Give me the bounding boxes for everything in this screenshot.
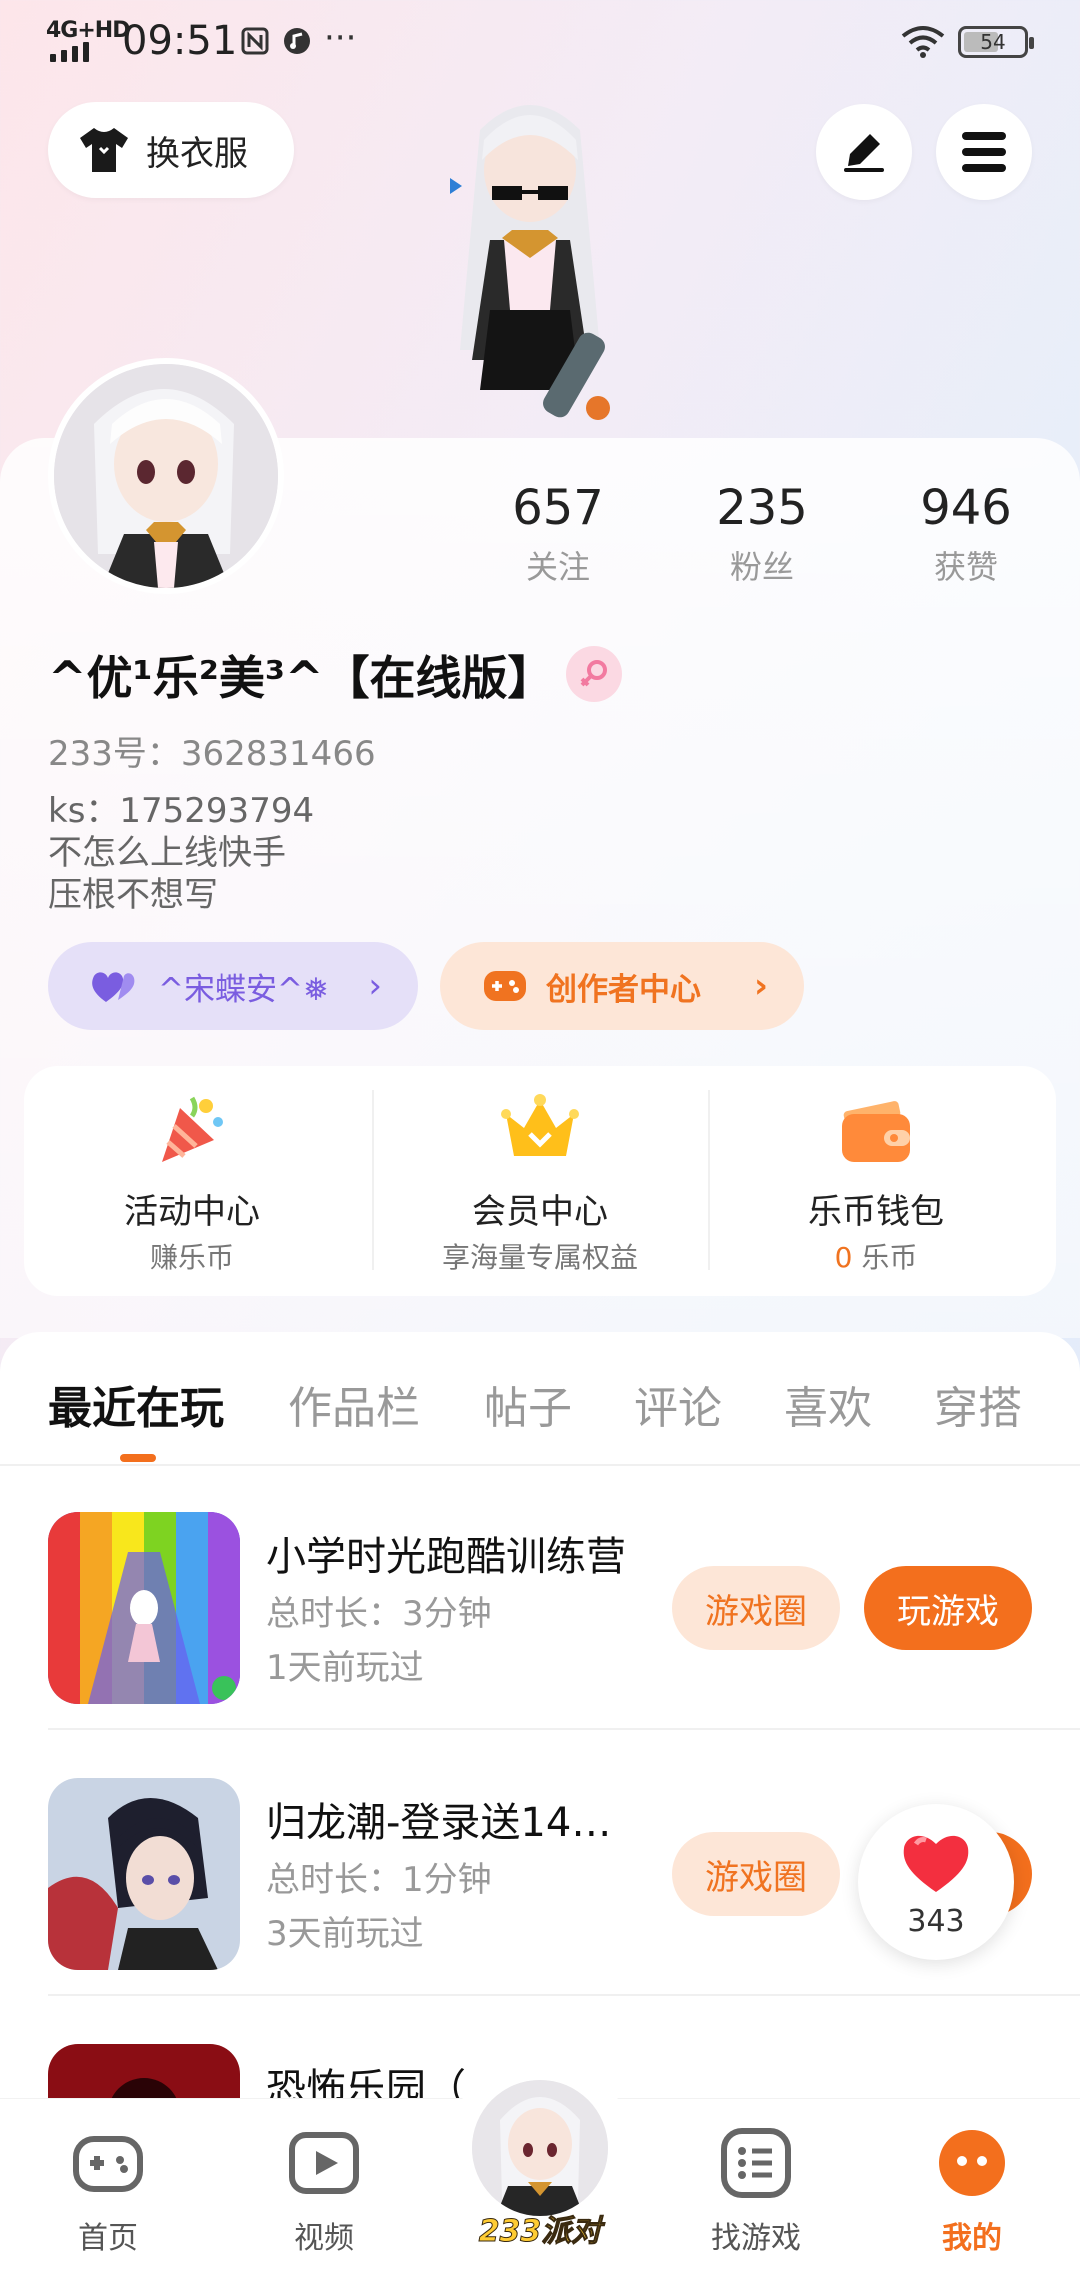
gamepad-icon xyxy=(73,2136,143,2192)
fan-group-label: ^宋蝶安^❅ xyxy=(158,971,329,1008)
feature-title: 会员中心 xyxy=(472,1192,608,1232)
activity-center-button[interactable]: 活动中心 赚乐币 xyxy=(24,1066,360,1296)
game-last-played: 3天前玩过 xyxy=(266,1914,424,1954)
music-icon xyxy=(284,28,310,54)
feature-subtitle: 0 乐币 xyxy=(708,1236,1044,1276)
game-row[interactable]: 小学时光跑酷训练营 总时长：3分钟 1天前玩过 游戏圈 玩游戏 xyxy=(0,1466,1080,1730)
tab-bar: 最近在玩 作品栏 帖子 评论 喜欢 穿搭 xyxy=(0,1332,1080,1466)
feature-card: 活动中心 赚乐币 会员中心 享海量专属权益 乐币钱包 0 乐币 xyxy=(24,1066,1056,1296)
game-duration: 总时长：3分钟 xyxy=(266,1594,492,1634)
game-circle-button[interactable]: 游戏圈 xyxy=(672,1566,840,1650)
clock: 09:51 xyxy=(122,18,238,64)
creator-center-button[interactable]: 创作者中心 › xyxy=(440,942,804,1030)
tab-recent[interactable]: 最近在玩 xyxy=(48,1372,224,1436)
creator-center-label: 创作者中心 xyxy=(546,971,701,1008)
game-circle-button[interactable]: 游戏圈 xyxy=(672,1832,840,1916)
game-name: 归龙潮-登录送14… xyxy=(266,1800,612,1846)
tab-posts[interactable]: 帖子 xyxy=(484,1372,572,1436)
nfc-icon xyxy=(241,27,269,55)
divider xyxy=(48,1994,1080,1996)
followers-stat[interactable]: 235 粉丝 xyxy=(682,480,842,588)
likes-count: 946 xyxy=(920,480,1012,536)
bio-line: 压根不想写 xyxy=(48,875,218,915)
chevron-right-icon: › xyxy=(368,966,382,1006)
menu-button[interactable] xyxy=(936,104,1032,200)
edit-icon xyxy=(844,134,884,172)
avatar-image xyxy=(54,364,278,588)
user-id: 233号：362831466 xyxy=(48,734,376,774)
battery-indicator: 54 xyxy=(958,26,1034,58)
more-dots-icon: ··· xyxy=(324,18,357,58)
nav-label: 找游戏 xyxy=(711,2221,801,2256)
followers-label: 粉丝 xyxy=(729,548,794,586)
game-thumbnail[interactable] xyxy=(48,1512,240,1704)
followers-count: 235 xyxy=(716,480,808,536)
avatar-3d-figure[interactable] xyxy=(420,90,640,440)
feature-title: 乐币钱包 xyxy=(808,1192,944,1232)
nav-me[interactable]: 我的 xyxy=(864,2099,1080,2280)
nav-video[interactable]: 视频 xyxy=(216,2099,432,2280)
tshirt-icon xyxy=(80,128,128,172)
heart-icon xyxy=(903,1835,969,1892)
menu-icon xyxy=(962,132,1006,172)
nav-label: 视频 xyxy=(294,2221,354,2256)
party-label[interactable]: 233派对 xyxy=(470,2206,610,2250)
nav-home[interactable]: 首页 xyxy=(0,2099,216,2280)
active-tab-indicator xyxy=(120,1454,156,1462)
female-gender-icon xyxy=(566,646,622,702)
game-list-icon xyxy=(721,2128,791,2198)
change-outfit-label: 换衣服 xyxy=(146,133,248,174)
change-outfit-button[interactable]: 换衣服 xyxy=(48,102,294,198)
divider xyxy=(48,1728,1080,1730)
coin-unit: 乐币 xyxy=(861,1241,918,1274)
member-center-button[interactable]: 会员中心 享海量专属权益 xyxy=(372,1066,708,1296)
me-icon xyxy=(939,2130,1005,2196)
nav-label: 我的 xyxy=(942,2221,1002,2256)
party-avatar xyxy=(472,2080,608,2216)
crown-icon xyxy=(501,1094,579,1156)
following-count: 657 xyxy=(512,480,604,536)
wallet-button[interactable]: 乐币钱包 0 乐币 xyxy=(708,1066,1044,1296)
bio-line: ks：175293794 xyxy=(48,791,315,831)
following-stat[interactable]: 657 关注 xyxy=(478,480,638,588)
nav-party[interactable] xyxy=(472,2080,608,2216)
wifi-icon xyxy=(901,26,945,58)
like-count: 343 xyxy=(907,1904,965,1939)
bio: ks：175293794 不怎么上线快手 压根不想写 xyxy=(48,790,314,916)
tab-outfits[interactable]: 穿搭 xyxy=(934,1372,1022,1436)
signal-icon xyxy=(50,40,102,62)
bio-line: 不怎么上线快手 xyxy=(48,833,286,873)
username: ^优¹乐²美³^【在线版】 xyxy=(48,651,554,705)
nav-find-games[interactable]: 找游戏 xyxy=(648,2099,864,2280)
play-game-button[interactable]: 玩游戏 xyxy=(864,1566,1032,1650)
feature-title: 活动中心 xyxy=(124,1192,260,1232)
game-duration: 总时长：1分钟 xyxy=(266,1860,492,1900)
game-name: 小学时光跑酷训练营 xyxy=(266,1534,626,1580)
video-icon xyxy=(289,2132,359,2194)
likes-label: 获赞 xyxy=(933,548,998,586)
fan-group-button[interactable]: ^宋蝶安^❅ › xyxy=(48,942,418,1030)
tab-likes[interactable]: 喜欢 xyxy=(784,1372,872,1436)
nav-label: 首页 xyxy=(78,2221,138,2256)
tab-comments[interactable]: 评论 xyxy=(634,1372,722,1436)
likes-stat[interactable]: 946 获赞 xyxy=(886,480,1046,588)
edit-profile-button[interactable] xyxy=(816,104,912,200)
party-popper-icon xyxy=(162,1096,223,1162)
chevron-right-icon: › xyxy=(753,966,768,1006)
wallet-icon xyxy=(842,1101,910,1162)
status-bar: 4G+HD 09:51 ··· 54 xyxy=(0,0,1080,90)
following-label: 关注 xyxy=(525,548,590,586)
tab-works[interactable]: 作品栏 xyxy=(288,1372,420,1436)
gamepad-icon xyxy=(484,971,526,1001)
game-thumbnail[interactable] xyxy=(48,1778,240,1970)
like-bubble-button[interactable]: 343 xyxy=(858,1804,1014,1960)
game-last-played: 1天前玩过 xyxy=(266,1648,424,1688)
feature-subtitle: 赚乐币 xyxy=(149,1241,234,1274)
double-heart-icon xyxy=(92,972,135,1002)
coin-balance: 0 xyxy=(834,1241,853,1274)
feature-subtitle: 享海量专属权益 xyxy=(441,1241,638,1274)
profile-avatar[interactable] xyxy=(48,358,284,594)
